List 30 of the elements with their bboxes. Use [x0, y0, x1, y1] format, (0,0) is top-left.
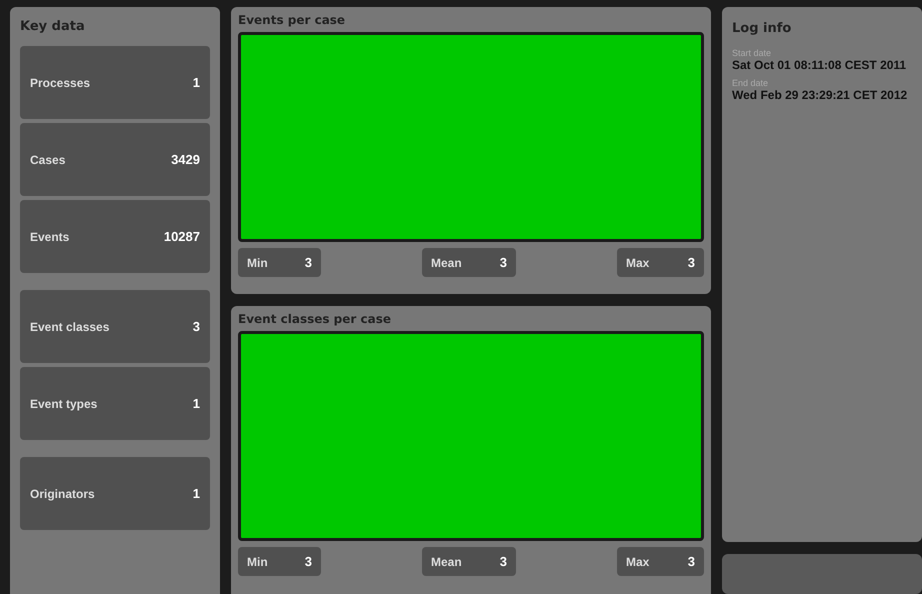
- stat-value: 3429: [171, 152, 200, 167]
- stat-value: 1: [192, 486, 200, 501]
- stat-value: 3: [688, 554, 695, 569]
- stat-value: 3: [500, 255, 507, 270]
- field-value: Wed Feb 29 23:29:21 CET 2012: [732, 88, 908, 102]
- stat-value: 1: [192, 396, 200, 411]
- stat-value: 3: [304, 255, 312, 270]
- stat-label: Mean: [431, 256, 462, 270]
- stat-label: Event classes: [30, 320, 110, 334]
- stat-label: Min: [247, 554, 268, 568]
- chart-title: Event classes per case: [238, 312, 392, 326]
- stat-value: 3: [192, 319, 200, 334]
- panel-title: Key data: [20, 19, 86, 34]
- stat-value: 10287: [164, 229, 200, 244]
- stat-label: Max: [626, 256, 650, 270]
- panel-title: Log info: [732, 21, 792, 36]
- stat-label: Originators: [30, 486, 95, 500]
- stat-value: 3: [500, 554, 507, 569]
- stat-label: Max: [626, 554, 650, 568]
- stat-label: Cases: [30, 152, 66, 166]
- stat-value: 3: [304, 554, 312, 569]
- field-value: Sat Oct 01 08:11:08 CEST 2011: [732, 58, 908, 72]
- stat-label: Min: [247, 256, 268, 270]
- stat-label: Processes: [30, 76, 90, 90]
- stat-value: 1: [192, 75, 200, 90]
- stat-value: 3: [688, 255, 695, 270]
- stat-label: Events: [30, 230, 70, 244]
- stat-label: Mean: [431, 554, 462, 568]
- stat-label: Event types: [30, 396, 98, 410]
- chart-title: Events per case: [238, 13, 346, 27]
